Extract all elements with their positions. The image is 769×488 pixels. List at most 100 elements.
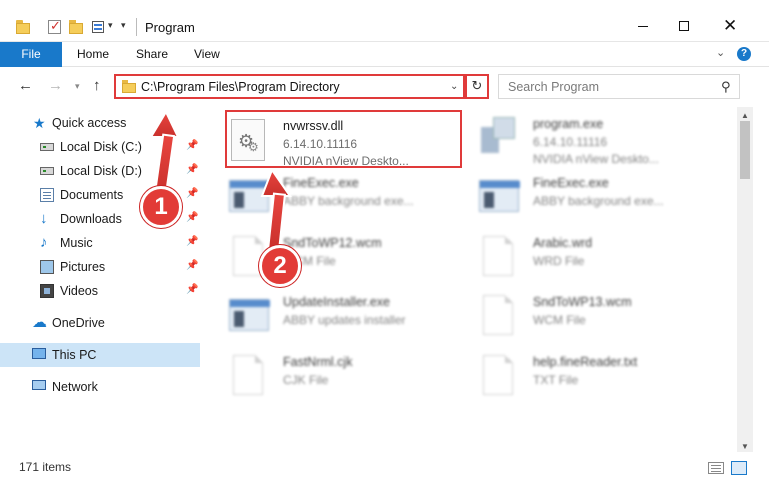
sidebar-item-this-pc[interactable]: This PC <box>0 343 200 367</box>
sidebar-item-label: This PC <box>52 348 97 362</box>
sidebar-item-label: Local Disk (C:) <box>60 140 142 154</box>
file-item-program-exe[interactable]: program.exe 6.14.10.11116 NVIDIA nView D… <box>477 111 717 169</box>
recent-locations-icon[interactable]: ▾ <box>75 81 80 92</box>
file-item-help-finereader-txt[interactable]: help.fineReader.txt TXT File <box>477 349 717 407</box>
sidebar-item-quick-access[interactable]: ★ Quick access <box>0 111 200 135</box>
sidebar-item-label: Downloads <box>60 212 122 226</box>
details-view-icon[interactable] <box>708 462 724 474</box>
document-file-icon <box>477 293 521 341</box>
file-item-sndtowp13-wcm[interactable]: SndToWP13.wcm WCM File <box>477 289 717 347</box>
document-file-icon <box>227 353 271 401</box>
file-description: ABBY background exe... <box>533 194 664 208</box>
file-type: WRD File <box>533 254 585 268</box>
scroll-up-icon[interactable]: ▲ <box>741 111 749 120</box>
file-item-fastnrml-cjk[interactable]: FastNrml.cjk CJK File <box>227 349 467 407</box>
ribbon-tabs: File Home Share View ⌄ ? <box>0 42 769 67</box>
drive-icon <box>40 167 54 175</box>
expand-ribbon-icon[interactable]: ⌄ <box>716 46 725 59</box>
navigation-pane: ★ Quick access Local Disk (C:) 📌 Local D… <box>0 107 205 452</box>
pin-icon[interactable]: 📌 <box>186 164 198 175</box>
exe-file-icon <box>477 174 521 222</box>
folder-icon[interactable] <box>16 19 32 35</box>
sidebar-item-onedrive[interactable]: ☁ OneDrive <box>0 311 200 335</box>
sidebar-item-local-disk-d[interactable]: Local Disk (D:) 📌 <box>0 159 200 183</box>
file-name: SndToWP12.wcm <box>283 236 382 250</box>
chevron-down-icon[interactable]: ▾ <box>108 20 113 31</box>
sidebar-item-label: Music <box>60 236 93 250</box>
sidebar-item-local-disk-c[interactable]: Local Disk (C:) 📌 <box>0 135 200 159</box>
pin-icon[interactable]: 📌 <box>186 140 198 151</box>
sidebar-item-network[interactable]: Network <box>0 375 200 399</box>
address-path[interactable]: C:\Program Files\Program Directory <box>141 80 340 94</box>
title-bar: ✓ ▾ ▾ Program ✕ <box>0 0 769 42</box>
vertical-scrollbar[interactable]: ▲ ▼ <box>737 107 753 452</box>
properties-check-icon[interactable]: ✓ <box>47 18 63 35</box>
properties-icon[interactable] <box>92 19 108 35</box>
file-description: ABBY updates installer <box>283 313 406 327</box>
search-input[interactable]: Search Program ⚲ <box>498 74 740 99</box>
file-description: ABBY background exe... <box>283 194 414 208</box>
refresh-button[interactable]: ↻ <box>465 74 489 99</box>
network-icon <box>32 380 46 390</box>
pin-icon[interactable]: 📌 <box>186 236 198 247</box>
maximize-button[interactable] <box>669 14 699 38</box>
forward-arrow-icon[interactable]: → <box>48 77 63 94</box>
sidebar-item-label: Videos <box>60 284 98 298</box>
up-arrow-icon[interactable]: ↑ <box>93 77 101 94</box>
scroll-down-icon[interactable]: ▼ <box>741 442 749 451</box>
sidebar-item-label: Pictures <box>60 260 106 274</box>
title-divider <box>136 18 137 36</box>
search-icon[interactable]: ⚲ <box>721 79 731 95</box>
program-file-icon <box>477 115 521 163</box>
new-folder-icon[interactable] <box>69 19 85 35</box>
sidebar-item-label: Documents <box>60 188 124 202</box>
sidebar-item-pictures[interactable]: Pictures 📌 <box>0 255 200 279</box>
pin-icon[interactable]: 📌 <box>186 188 198 199</box>
file-type: TXT File <box>533 373 579 387</box>
music-icon: ♪ <box>40 234 48 251</box>
folder-icon <box>122 80 136 93</box>
pin-icon[interactable]: 📌 <box>186 212 198 223</box>
status-bar: 171 items <box>0 452 769 488</box>
chevron-down-icon[interactable]: ⌄ <box>450 81 458 92</box>
file-name: FastNrml.cjk <box>283 355 353 369</box>
file-item-updateinstaller-exe[interactable]: UpdateInstaller.exe ABBY updates install… <box>227 289 467 347</box>
file-version: 6.14.10.11116 <box>533 135 608 149</box>
sidebar-item-music[interactable]: ♪ Music 📌 <box>0 231 200 255</box>
search-placeholder: Search Program <box>508 80 600 94</box>
back-arrow-icon[interactable]: ← <box>18 77 33 94</box>
file-type: CJK File <box>283 373 329 387</box>
tab-file[interactable]: File <box>0 42 62 67</box>
pin-icon[interactable]: 📌 <box>186 284 198 295</box>
refresh-icon: ↻ <box>471 78 483 93</box>
sidebar-item-label: OneDrive <box>52 316 105 330</box>
cloud-icon: ☁ <box>32 314 47 331</box>
pin-icon[interactable]: 📌 <box>186 260 198 271</box>
file-name: program.exe <box>533 117 604 131</box>
sidebar-item-videos[interactable]: Videos 📌 <box>0 279 200 303</box>
tab-home[interactable]: Home <box>77 42 109 67</box>
help-icon[interactable]: ? <box>737 47 751 61</box>
file-description: NVIDIA nView Deskto... <box>533 152 659 166</box>
customize-toolbar-icon[interactable]: ▾ <box>121 20 126 31</box>
file-item-fineexec-exe-2[interactable]: FineExec.exe ABBY background exe... <box>477 170 717 228</box>
tab-view[interactable]: View <box>194 42 220 67</box>
minimize-button[interactable] <box>628 14 658 38</box>
file-item-arabic-wrd[interactable]: Arabic.wrd WRD File <box>477 230 717 288</box>
file-item-fineexec-exe[interactable]: FineExec.exe ABBY background exe... <box>227 170 467 228</box>
window-title: Program <box>145 20 195 35</box>
close-button[interactable]: ✕ <box>714 14 744 38</box>
large-icons-view-icon[interactable] <box>731 461 747 475</box>
exe-file-icon <box>227 174 271 222</box>
file-name: help.fineReader.txt <box>533 355 638 369</box>
download-icon: ↓ <box>40 210 48 227</box>
tab-share[interactable]: Share <box>136 42 168 67</box>
sidebar-item-label: Network <box>52 380 98 394</box>
file-name: SndToWP13.wcm <box>533 295 632 309</box>
scrollbar-thumb[interactable] <box>740 121 750 179</box>
address-bar[interactable]: C:\Program Files\Program Directory ⌄ <box>114 74 465 99</box>
file-name: UpdateInstaller.exe <box>283 295 391 309</box>
file-type: WCM File <box>533 313 586 327</box>
documents-icon <box>40 188 54 202</box>
navigation-bar: ← → ▾ ↑ C:\Program Files\Program Directo… <box>0 67 769 107</box>
